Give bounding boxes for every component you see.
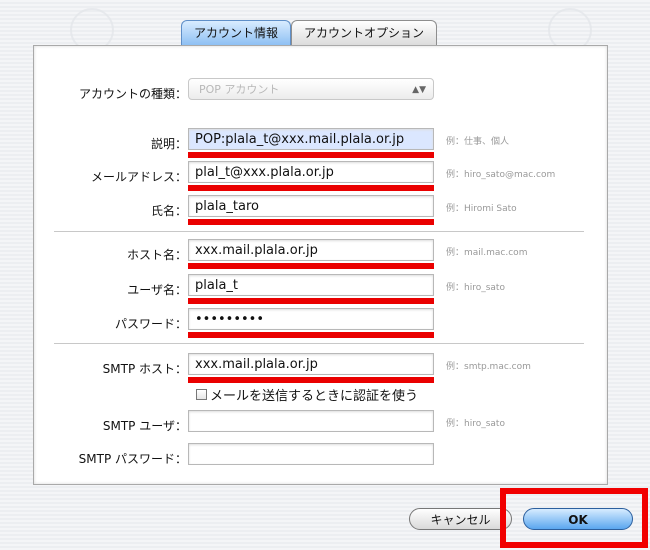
tab-account-options[interactable]: アカウントオプション (291, 20, 438, 45)
description-field[interactable]: POP:plala_t@xxx.mail.plala.or.jp (188, 128, 434, 150)
smtp-host-example: 例：smtp.mac.com (446, 362, 531, 372)
description-example: 例：仕事、個人 (446, 137, 510, 147)
email-field[interactable]: plal_t@xxx.plala.or.jp (188, 161, 434, 183)
host-label: ホスト名： (126, 248, 187, 262)
account-type-value: POP アカウント (199, 83, 280, 96)
host-example: 例：mail.mac.com (446, 248, 528, 258)
password-field[interactable]: ••••••••• (188, 308, 434, 330)
full-name-field[interactable]: plala_taro (188, 195, 434, 217)
tab-account-info[interactable]: アカウント情報 (181, 20, 292, 45)
email-label: メールアドレス： (90, 170, 187, 184)
smtp-host-row: SMTP ホスト： xxx.mail.plala.or.jp 例：smtp.ma… (34, 353, 607, 385)
username-example: 例：hiro_sato (446, 283, 505, 293)
full-name-example: 例：Hiromi Sato (446, 204, 517, 214)
highlight-underline (188, 152, 434, 158)
description-label: 説明： (150, 137, 187, 151)
smtp-password-field[interactable] (188, 443, 434, 465)
auth-checkbox-label: メールを送信するときに認証を使う (210, 389, 419, 404)
password-row: パスワード： ••••••••• (34, 308, 607, 340)
ok-highlight-box (500, 488, 648, 548)
smtp-user-example: 例：hiro_sato (446, 419, 505, 429)
cancel-button[interactable]: キャンセル (409, 508, 512, 530)
host-field[interactable]: xxx.mail.plala.or.jp (188, 239, 434, 261)
tab-bar: アカウント情報 アカウントオプション (181, 20, 438, 46)
account-type-label: アカウントの種類： (78, 87, 187, 101)
host-row: ホスト名： xxx.mail.plala.or.jp 例：mail.mac.co… (34, 239, 607, 271)
account-info-panel: アカウントの種類： POP アカウント ▲▼ 説明： POP:plala_t@x… (33, 45, 608, 485)
smtp-user-label: SMTP ユーザ： (102, 419, 187, 433)
full-name-row: 氏名： plala_taro 例：Hiromi Sato (34, 195, 607, 227)
email-example: 例：hiro_sato@mac.com (446, 170, 556, 180)
password-label: パスワード： (114, 317, 187, 331)
account-type-row: アカウントの種類： POP アカウント ▲▼ (34, 78, 607, 110)
smtp-user-field[interactable] (188, 410, 434, 432)
account-type-popup[interactable]: POP アカウント ▲▼ (188, 78, 434, 100)
highlight-underline (188, 298, 434, 304)
description-row: 説明： POP:plala_t@xxx.mail.plala.or.jp 例：仕… (34, 128, 607, 160)
highlight-underline (188, 377, 434, 383)
separator (54, 231, 584, 232)
highlight-underline (188, 185, 434, 191)
separator (54, 343, 584, 344)
smtp-host-field[interactable]: xxx.mail.plala.or.jp (188, 353, 434, 375)
auth-checkbox[interactable] (196, 389, 207, 400)
highlight-underline (188, 263, 434, 269)
smtp-host-label: SMTP ホスト： (102, 362, 187, 376)
auth-checkbox-row[interactable]: メールを送信するときに認証を使う (196, 385, 418, 404)
username-field[interactable]: plala_t (188, 274, 434, 296)
username-label: ユーザ名： (127, 283, 187, 297)
email-row: メールアドレス： plal_t@xxx.plala.or.jp 例：hiro_s… (34, 161, 607, 193)
highlight-underline (188, 219, 434, 225)
highlight-underline (188, 332, 434, 338)
smtp-password-label: SMTP パスワード： (78, 452, 187, 466)
smtp-user-row: SMTP ユーザ： 例：hiro_sato (34, 410, 607, 442)
full-name-label: 氏名： (150, 204, 187, 218)
username-row: ユーザ名： plala_t 例：hiro_sato (34, 274, 607, 306)
smtp-password-row: SMTP パスワード： (34, 443, 607, 475)
popup-arrows-icon: ▲▼ (412, 85, 426, 95)
